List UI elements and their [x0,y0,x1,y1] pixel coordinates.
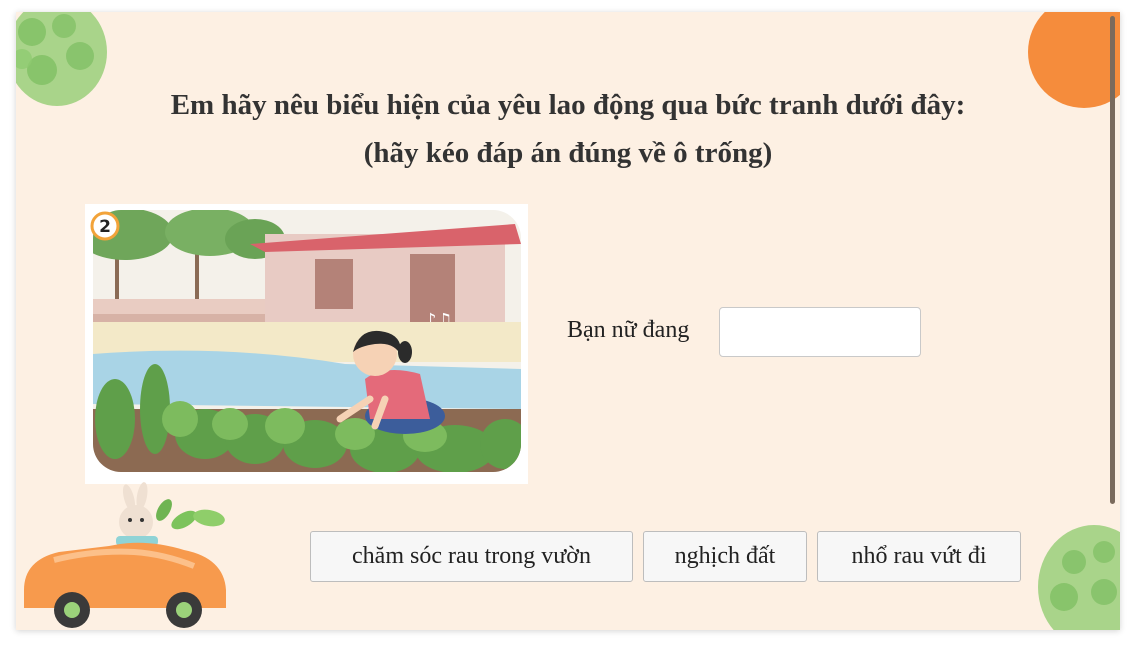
question-instruction: (hãy kéo đáp án đúng về ô trống) [363,137,773,169]
activity-frame: Em hãy nêu biểu hiện của yêu lao động qu… [16,12,1120,630]
green-egg-decoration-bottom-right [1038,525,1120,630]
bunny-car-decoration [24,482,226,628]
question-title: Em hãy nêu biểu hiện của yêu lao động qu… [170,89,966,121]
svg-text:2: 2 [99,217,111,237]
answer-drop-zone[interactable] [719,307,921,357]
vertical-scrollbar[interactable] [1110,16,1115,504]
option-cham-soc-rau[interactable]: chăm sóc rau trong vườn [310,531,633,582]
garden-illustration: ♪♫ 2 [85,204,528,484]
option-nho-rau-vut-di[interactable]: nhổ rau vứt đi [817,531,1021,582]
illustration-number-badge: 2 [90,211,120,241]
option-nghich-dat[interactable]: nghịch đất [643,531,807,582]
sentence-prefix: Bạn nữ đang [567,317,690,343]
